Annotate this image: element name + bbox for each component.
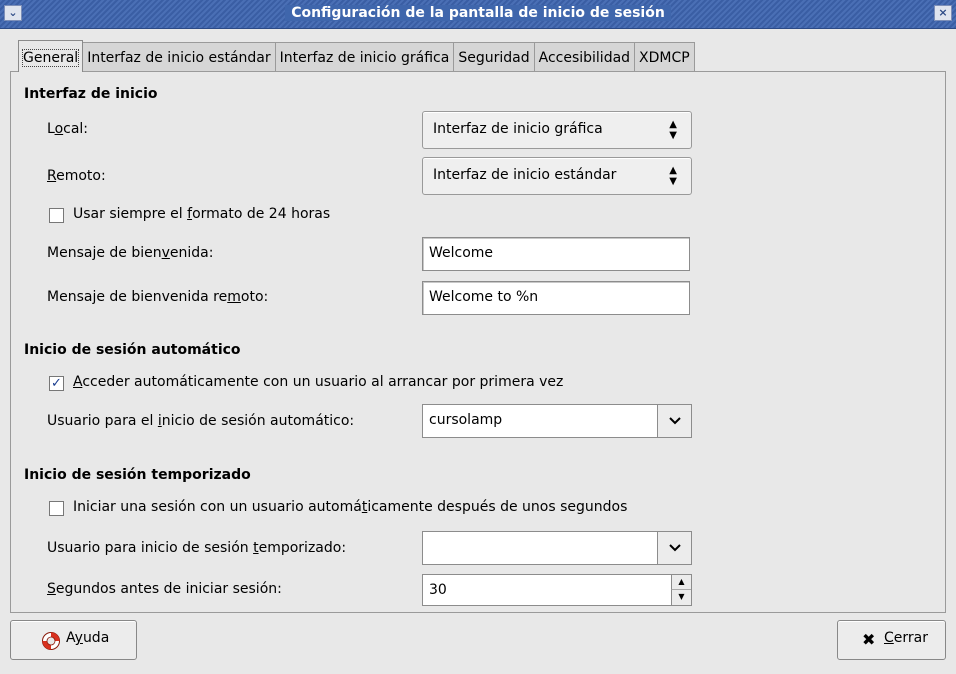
timed-login-section-heading: Inicio de sesión temporizado: [24, 467, 251, 483]
lifebuoy-icon: [41, 631, 61, 655]
seconds-value: 30: [429, 582, 447, 598]
remote-welcome-message-input[interactable]: Welcome to %n: [422, 281, 690, 315]
format24-checkbox[interactable]: [49, 208, 64, 223]
tab-graphical-greeter[interactable]: Interfaz de inicio gráfica: [274, 42, 455, 72]
close-window-icon[interactable]: ×: [934, 5, 952, 21]
tab-general[interactable]: General: [18, 40, 84, 72]
seconds-label: Segundos antes de iniciar sesión:: [47, 581, 282, 597]
local-greeter-select[interactable]: Interfaz de inicio gráfica ▲ ▼: [422, 111, 692, 149]
local-greeter-value: Interfaz de inicio gráfica: [433, 121, 603, 137]
tab-bar: General Interfaz de inicio estándar Inte…: [18, 40, 695, 72]
auto-login-check-label[interactable]: Acceder automáticamente con un usuario a…: [73, 374, 563, 390]
dropdown-arrow-icon: ▲ ▼: [669, 165, 677, 187]
window-title: Configuración de la pantalla de inicio d…: [0, 5, 956, 21]
auto-login-user-combo[interactable]: cursolamp: [422, 404, 692, 438]
remote-greeter-select[interactable]: Interfaz de inicio estándar ▲ ▼: [422, 157, 692, 195]
tab-standard-greeter[interactable]: Interfaz de inicio estándar: [82, 42, 276, 72]
timed-login-user-label: Usuario para inicio de sesión temporizad…: [47, 540, 347, 556]
welcome-label: Mensaje de bienvenida:: [47, 245, 214, 261]
auto-login-user-value: cursolamp: [429, 412, 503, 428]
spin-down-icon[interactable]: ▼: [671, 590, 691, 605]
title-bar[interactable]: ⌄ Configuración de la pantalla de inicio…: [0, 0, 956, 29]
welcome-message-input[interactable]: Welcome: [422, 237, 690, 271]
timed-login-user-combo[interactable]: [422, 531, 692, 565]
spin-up-icon[interactable]: ▲: [671, 575, 691, 590]
close-button[interactable]: ✖ Cerrar: [837, 620, 946, 660]
local-label: Local:: [47, 121, 89, 137]
auto-login-user-label: Usuario para el inicio de sesión automát…: [47, 413, 355, 429]
chevron-down-icon[interactable]: [657, 532, 691, 564]
x-icon: ✖: [862, 630, 876, 649]
format24-label[interactable]: Usar siempre el formato de 24 horas: [73, 206, 330, 222]
remote-greeter-value: Interfaz de inicio estándar: [433, 167, 617, 183]
timed-login-check-label[interactable]: Iniciar una sesión con un usuario automá…: [73, 499, 627, 515]
greeter-section-heading: Interfaz de inicio: [24, 86, 158, 102]
seconds-spinbutton[interactable]: 30 ▲ ▼: [422, 574, 692, 606]
help-button[interactable]: Ayuda: [10, 620, 137, 660]
tab-accessibility[interactable]: Accesibilidad: [533, 42, 636, 72]
remote-label: Remoto:: [47, 168, 106, 184]
welcome-message-value: Welcome: [429, 245, 494, 261]
close-button-label: Cerrar: [884, 630, 928, 646]
auto-login-section-heading: Inicio de sesión automático: [24, 342, 241, 358]
tab-xdmcp[interactable]: XDMCP: [634, 42, 695, 72]
dropdown-arrow-icon: ▲ ▼: [669, 119, 677, 141]
remote-welcome-label: Mensaje de bienvenida remoto:: [47, 289, 269, 305]
remote-welcome-message-value: Welcome to %n: [429, 289, 539, 305]
tab-security[interactable]: Seguridad: [453, 42, 535, 72]
timed-login-checkbox[interactable]: [49, 501, 64, 516]
help-button-label: Ayuda: [66, 630, 110, 646]
chevron-down-icon[interactable]: [657, 405, 691, 437]
auto-login-checkbox[interactable]: ✓: [49, 376, 64, 391]
